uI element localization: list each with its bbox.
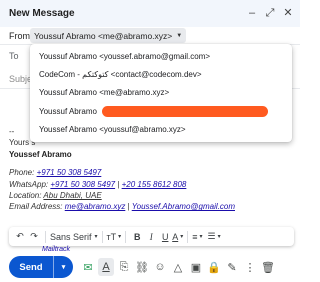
list-icon: ☰ xyxy=(207,231,216,241)
email-link-2[interactable]: Youssef.Abramo@gmail.com xyxy=(132,202,235,211)
from-option[interactable]: CodeCom - كتوكتكم <contact@codecom.dev> xyxy=(30,65,292,83)
mailtrack-icon[interactable]: ✉ xyxy=(80,258,96,276)
underline-button[interactable]: U xyxy=(158,227,172,246)
text-color-icon: A xyxy=(172,231,179,242)
attach-icon[interactable]: ⎘ xyxy=(116,258,132,276)
chevron-down-icon: ▼ xyxy=(176,32,183,39)
compose-titlebar[interactable]: New Message – ⤢ ✕ xyxy=(0,0,300,27)
from-option[interactable]: Youssef Abramo <youssuf@abramo.xyz> xyxy=(30,120,292,138)
from-option-label: Youssuf Abramo xyxy=(39,106,97,116)
more-options-icon[interactable]: ⋮ xyxy=(242,258,258,276)
signature-icon[interactable]: ✎ xyxy=(224,258,240,276)
whatsapp-link-2[interactable]: +20 155 8612 808 xyxy=(122,180,187,189)
chevron-down-icon: ▾ xyxy=(94,234,98,240)
redo-icon[interactable]: ↷ xyxy=(27,227,41,246)
location-label: Location: xyxy=(9,191,44,201)
to-label: To xyxy=(9,51,19,61)
from-label: From xyxy=(9,31,30,41)
compose-window: New Message – ⤢ ✕ From Youssuf Abramo <m… xyxy=(0,0,300,282)
lock-icon[interactable]: 🔒 xyxy=(206,258,222,276)
photo-icon[interactable]: ▣ xyxy=(188,258,204,276)
formatting-icon[interactable]: A xyxy=(98,258,114,276)
from-option[interactable]: Youssuf Abramo <me@abramo.xyz> xyxy=(30,84,292,102)
from-option-label: CodeCom - كتوكتكم <contact@codecom.dev> xyxy=(39,69,202,79)
subject-input[interactable]: Subje xyxy=(9,74,32,84)
emoji-icon[interactable]: ☺ xyxy=(152,258,168,276)
text-color-button[interactable]: A ▾ xyxy=(172,227,183,246)
phone-link[interactable]: +971 50 308 5497 xyxy=(37,168,102,177)
undo-icon[interactable]: ↶ xyxy=(13,227,27,246)
chevron-down-icon: ▾ xyxy=(118,234,122,240)
email-line: Email Address: me@abramo.xyz | Youssef.A… xyxy=(9,201,294,212)
from-option-label: Youssuf Abramo <youssef.abramo@gmail.com… xyxy=(39,51,211,61)
font-family-select[interactable]: Sans Serif ▾ xyxy=(50,227,98,246)
align-button[interactable]: ≡ ▾ xyxy=(192,227,202,246)
close-icon[interactable]: ✕ xyxy=(282,6,294,20)
from-row: From Youssuf Abramo <me@abramo.xyz> ▼ xyxy=(0,27,300,45)
list-button[interactable]: ☰ ▾ xyxy=(208,227,221,246)
whatsapp-line: WhatsApp: +971 50 308 5497 | +20 155 861… xyxy=(9,179,294,190)
font-size-select[interactable]: тT ▾ xyxy=(107,227,122,246)
location-line: Location: Abu Dhabi, UAE xyxy=(9,190,294,201)
chevron-down-icon: ▾ xyxy=(199,234,203,240)
minimize-icon[interactable]: – xyxy=(246,6,258,20)
compose-tools: ✉ A ⎘ ⛓ ☺ △ ▣ 🔒 ✎ ⋮ 🗑 xyxy=(80,258,276,276)
compose-title: New Message xyxy=(9,8,75,19)
send-bar: Send ▾ ✉ A ⎘ ⛓ ☺ △ ▣ 🔒 ✎ ⋮ 🗑 xyxy=(0,252,300,282)
font-family-label: Sans Serif xyxy=(50,231,92,242)
chevron-down-icon: ▾ xyxy=(217,234,221,240)
phone-label: Phone: xyxy=(9,168,37,178)
expand-icon[interactable]: ⤢ xyxy=(264,6,276,20)
whatsapp-label: WhatsApp: xyxy=(9,179,51,189)
send-button[interactable]: Send ▾ xyxy=(9,256,73,278)
location-value: Abu Dhabi, UAE xyxy=(43,191,102,201)
email-label: Email Address: xyxy=(9,202,65,212)
bold-button[interactable]: B xyxy=(130,227,144,246)
from-dropdown-menu: Youssuf Abramo <youssef.abramo@gmail.com… xyxy=(30,44,292,142)
email-link-1[interactable]: me@abramo.xyz xyxy=(65,202,126,211)
link-icon[interactable]: ⛓ xyxy=(134,258,150,276)
text-size-icon: тT xyxy=(106,231,117,242)
redaction-mark xyxy=(102,105,268,117)
chevron-down-icon: ▾ xyxy=(180,234,184,240)
from-option-label: Youssef Abramo <youssuf@abramo.xyz> xyxy=(39,124,186,134)
italic-button[interactable]: I xyxy=(144,227,158,246)
phone-line: Phone: +971 50 308 5497 xyxy=(9,167,294,178)
drive-icon[interactable]: △ xyxy=(170,258,186,276)
from-value: Youssuf Abramo <me@abramo.xyz> xyxy=(34,30,173,41)
from-option-label: Youssuf Abramo <me@abramo.xyz> xyxy=(39,88,170,98)
send-label: Send xyxy=(19,261,43,273)
formatting-toolbar: ↶ ↷ Sans Serif ▾ тT ▾ B I U A ▾ ≡ ▾ ☰ ▾ xyxy=(9,227,294,246)
from-select[interactable]: Youssuf Abramo <me@abramo.xyz> ▼ xyxy=(30,28,187,43)
send-options-icon[interactable]: ▾ xyxy=(54,263,73,271)
delete-icon[interactable]: 🗑 xyxy=(260,258,276,276)
align-icon: ≡ xyxy=(192,231,198,242)
signature-name: Youssef Abramo xyxy=(9,149,72,159)
from-option[interactable]: Youssuf Abramo <youssef.abramo@gmail.com… xyxy=(30,47,292,65)
whatsapp-link-1[interactable]: +971 50 308 5497 xyxy=(50,180,115,189)
window-controls: – ⤢ ✕ xyxy=(246,6,294,20)
from-option[interactable]: Youssuf Abramo xyxy=(30,102,292,120)
